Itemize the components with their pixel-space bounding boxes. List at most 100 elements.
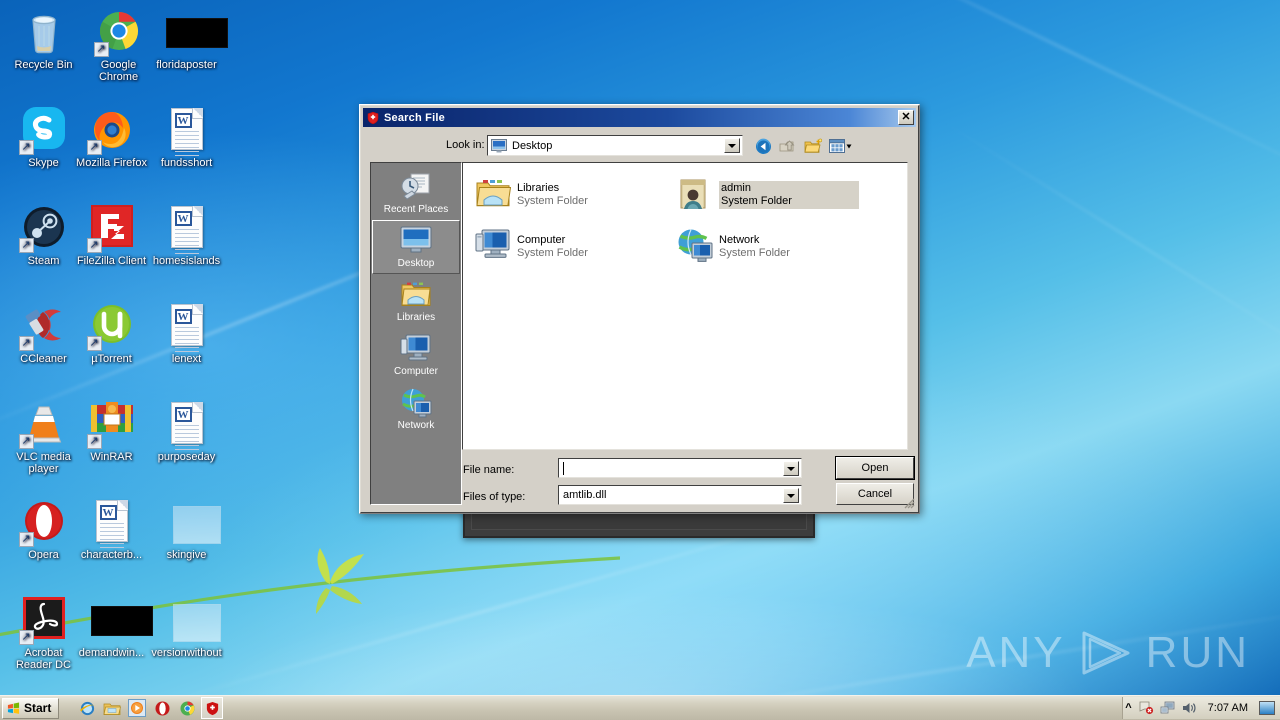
place-item-libraries[interactable]: Libraries xyxy=(372,274,460,328)
desktop-icon-label: Google Chrome xyxy=(98,59,139,83)
search-file-app-icon[interactable] xyxy=(201,697,224,719)
open-button[interactable]: Open xyxy=(835,456,915,480)
back-navigation-icon[interactable] xyxy=(753,137,773,156)
shortcut-arrow-icon: ↗ xyxy=(86,238,102,253)
desktop-icon-label: floridaposter xyxy=(156,59,217,71)
file-list[interactable]: Libraries System Folder admin System Folde… xyxy=(462,162,908,450)
desktop-icon-versionwithout[interactable]: versionwithout xyxy=(149,596,224,659)
utorrent-icon: ↗ xyxy=(86,302,136,351)
filename-dropdown-arrow[interactable] xyxy=(783,461,799,476)
network-icon xyxy=(400,388,432,419)
desktop-icon-opera[interactable]: ↗ Opera xyxy=(6,498,81,561)
word-document-icon: W xyxy=(95,500,128,548)
shortcut-arrow-icon: ↗ xyxy=(18,630,34,645)
place-item-network[interactable]: Network xyxy=(372,382,460,436)
shortcut-arrow-icon: ↗ xyxy=(18,336,34,351)
opera-icon[interactable] xyxy=(151,697,173,719)
file-item-type: System Folder xyxy=(719,247,790,259)
action-center-flag-icon[interactable] xyxy=(1138,701,1154,715)
user-folder-icon xyxy=(677,177,713,213)
desktop-icon-mozilla-firefox[interactable]: ↗ Mozilla Firefox xyxy=(74,106,149,169)
skype-icon: ↗ xyxy=(18,106,68,155)
up-one-level-icon[interactable] xyxy=(778,137,798,156)
lookin-combobox[interactable]: Desktop xyxy=(487,135,743,156)
file-item-name: Computer xyxy=(517,234,566,246)
filetype-combobox[interactable]: amtlib.dll xyxy=(558,485,802,505)
black-thumb-icon xyxy=(88,596,153,644)
show-hidden-icons-chevron[interactable]: ^ xyxy=(1125,702,1131,714)
volume-icon[interactable] xyxy=(1182,701,1197,715)
lookin-dropdown-arrow[interactable] xyxy=(724,138,740,153)
file-item-name: Network xyxy=(719,234,760,246)
place-item-label: Network xyxy=(397,419,435,431)
desktop-icon-filezilla-client[interactable]: ↗ FileZilla Client xyxy=(74,204,149,267)
desktop-icon-google-chrome[interactable]: ↗ Google Chrome xyxy=(81,8,156,83)
desktop-icon-skype[interactable]: ↗ Skype xyxy=(6,106,81,169)
blank-thumbnail-icon xyxy=(172,604,221,642)
show-desktop-button[interactable] xyxy=(1259,701,1275,715)
clock[interactable]: 7:07 AM xyxy=(1203,702,1253,714)
file-item-type: System Folder xyxy=(517,247,588,259)
desktop-icon-label: demandwin... xyxy=(78,647,145,659)
word-document-icon: W xyxy=(170,402,203,450)
create-new-folder-icon[interactable] xyxy=(803,137,823,156)
desktop-icon-skingive[interactable]: skingive xyxy=(149,498,224,561)
views-dropdown-icon[interactable] xyxy=(828,137,854,156)
chrome-icon[interactable] xyxy=(176,697,198,719)
search-file-dialog[interactable]: Search File ✕ Look in: Desktop Recent Pl… xyxy=(359,104,920,514)
start-button[interactable]: Start xyxy=(2,697,60,719)
places-bar[interactable]: Recent Places Desktop Libraries Computer… xyxy=(370,162,462,505)
desktop-icon-characterb[interactable]: W characterb... xyxy=(74,498,149,561)
desktop-icon-demandwin[interactable]: demandwin... xyxy=(74,596,153,659)
resize-grip-icon[interactable] xyxy=(903,497,915,509)
computer-icon xyxy=(475,229,511,265)
file-item-name: Libraries xyxy=(517,182,560,194)
desktop-icon-purposeday[interactable]: W purposeday xyxy=(149,400,224,463)
place-item-recent-places[interactable]: Recent Places xyxy=(372,166,460,220)
place-item-computer[interactable]: Computer xyxy=(372,328,460,382)
desktop-icon-torrent[interactable]: ↗ µTorrent xyxy=(74,302,149,365)
desktop-icon-recycle-bin[interactable]: Recycle Bin xyxy=(6,8,81,71)
white-thumb-icon xyxy=(163,596,221,644)
watermark-left-text: ANY xyxy=(966,628,1066,677)
desktop-icon-steam[interactable]: ↗ Steam xyxy=(6,204,81,267)
close-icon[interactable]: ✕ xyxy=(898,110,914,125)
word-document-icon: W xyxy=(170,304,203,352)
filezilla-icon: ↗ xyxy=(86,204,136,253)
network-icon[interactable] xyxy=(1160,701,1176,715)
desktop-icon-fundsshort[interactable]: W fundsshort xyxy=(149,106,224,169)
desktop-icon-winrar[interactable]: ↗ WinRAR xyxy=(74,400,149,463)
file-list-item[interactable]: Network System Folder xyxy=(675,227,792,267)
desktop-icon-vlc-media-player[interactable]: ↗ VLC media player xyxy=(6,400,81,475)
file-list-item[interactable]: admin System Folder xyxy=(675,175,861,215)
media-player-icon[interactable] xyxy=(126,697,148,719)
desktop-icon-label: VLC media player xyxy=(16,451,71,475)
internet-explorer-icon[interactable] xyxy=(76,697,98,719)
windows-explorer-icon[interactable] xyxy=(101,697,123,719)
desktop-icon-label: versionwithout xyxy=(151,647,222,659)
acrobat-icon: ↗ xyxy=(18,596,68,645)
file-item-type: System Folder xyxy=(721,195,792,207)
windows-flag-icon xyxy=(7,702,20,714)
desktop[interactable]: Recycle Bin ↗ Google Chrome floridaposter … xyxy=(0,0,1280,720)
desktop-icon-floridaposter[interactable]: floridaposter xyxy=(149,8,228,71)
desktop-icon-label: µTorrent xyxy=(91,353,132,365)
file-list-item[interactable]: Libraries System Folder xyxy=(473,175,590,215)
filetype-dropdown-arrow[interactable] xyxy=(783,488,799,503)
place-item-desktop[interactable]: Desktop xyxy=(372,220,460,274)
desktop-icon-ccleaner[interactable]: ↗ CCleaner xyxy=(6,302,81,365)
filename-label: File name: xyxy=(463,464,515,476)
dialog-titlebar[interactable]: Search File ✕ xyxy=(363,108,916,127)
place-item-label: Libraries xyxy=(396,311,436,323)
desktop-icon-label: Acrobat Reader DC xyxy=(15,647,72,671)
desktop-icon-acrobat-reader-dc[interactable]: ↗ Acrobat Reader DC xyxy=(6,596,81,671)
filename-input[interactable] xyxy=(558,458,802,478)
file-list-item[interactable]: Computer System Folder xyxy=(473,227,590,267)
taskbar[interactable]: Start ^ 7:07 AM xyxy=(0,695,1280,720)
desktop-icon-homesislands[interactable]: W homesislands xyxy=(149,204,224,267)
desktop-icon-lenext[interactable]: W lenext xyxy=(149,302,224,365)
recycle-bin-icon xyxy=(20,8,68,56)
recent-places-icon xyxy=(400,172,432,203)
system-tray[interactable]: ^ 7:07 AM xyxy=(1122,697,1280,719)
chevron-down-icon xyxy=(787,466,795,471)
